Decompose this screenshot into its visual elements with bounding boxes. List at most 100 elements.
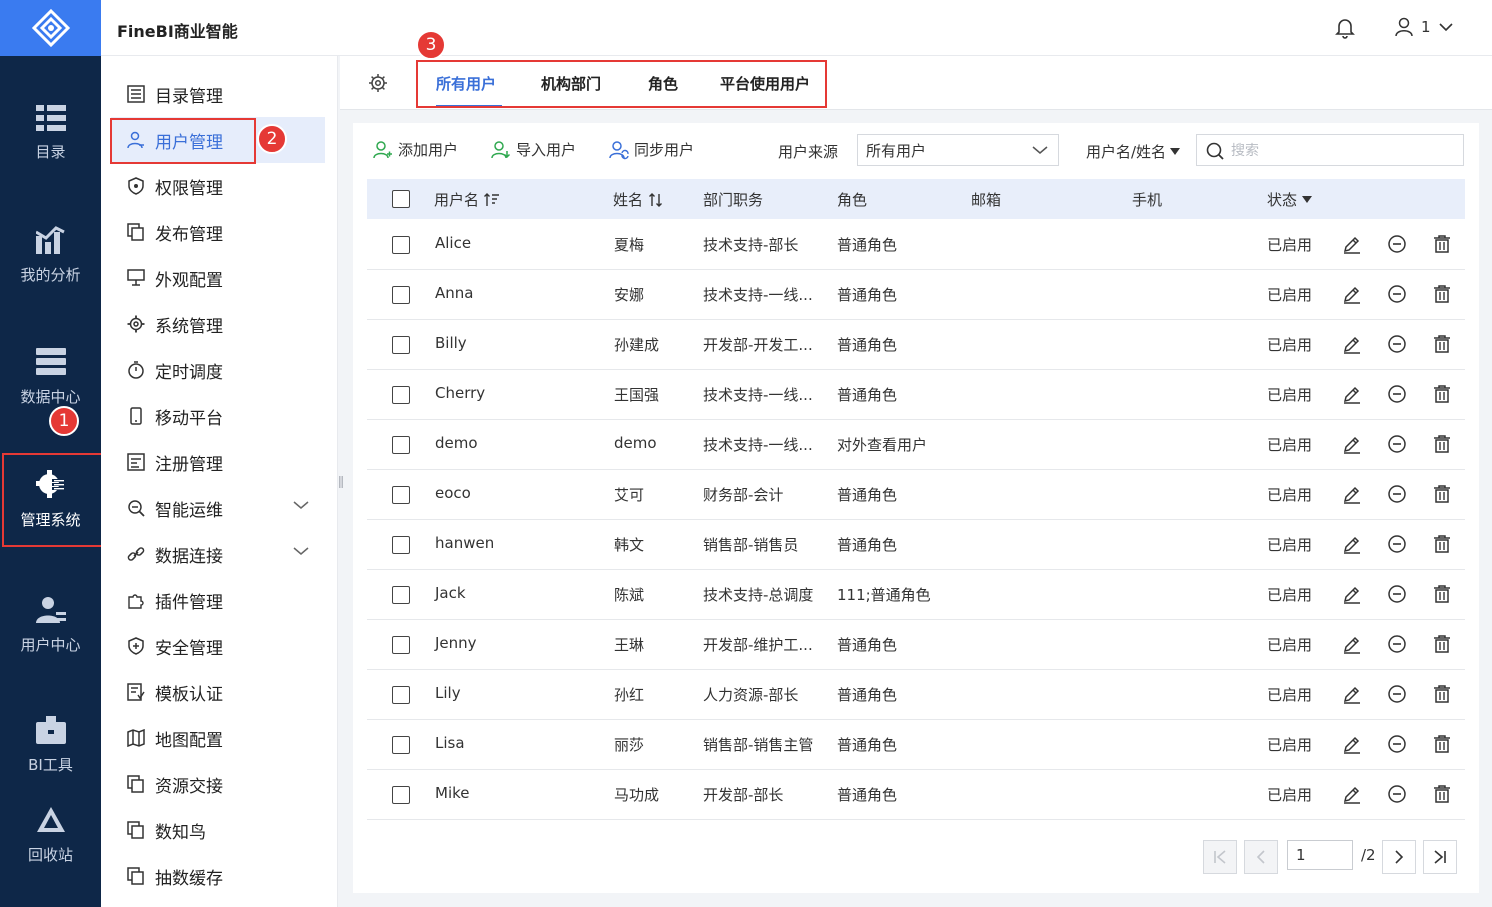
user-source-select[interactable]: 所有用户 (857, 134, 1059, 166)
row-checkbox[interactable] (392, 486, 410, 504)
add-user-button[interactable]: 添加用户 (373, 139, 458, 160)
sidebar-item-template-cert[interactable]: 模板认证 (111, 669, 325, 715)
delete-icon[interactable] (1432, 534, 1452, 558)
table-row[interactable]: Billy 孙建成 开发部-开发工... 普通角色 已启用 (367, 320, 1465, 370)
settings-gear-icon[interactable] (368, 73, 388, 93)
nav-user-center[interactable]: 用户中心 (0, 580, 101, 670)
sort-icon[interactable] (648, 192, 664, 207)
sidebar-item-extract-cache[interactable]: 抽数缓存 (111, 853, 325, 899)
delete-icon[interactable] (1432, 284, 1452, 308)
table-row[interactable]: hanwen 韩文 销售部-销售员 普通角色 已启用 (367, 520, 1465, 570)
row-checkbox[interactable] (392, 436, 410, 454)
delete-icon[interactable] (1432, 634, 1452, 658)
edit-icon[interactable] (1342, 684, 1362, 708)
table-row[interactable]: Alice 夏梅 技术支持-部长 普通角色 已启用 (367, 220, 1465, 270)
edit-icon[interactable] (1342, 734, 1362, 758)
sidebar-item-appearance[interactable]: 外观配置 (111, 255, 325, 301)
last-page-button[interactable] (1423, 840, 1457, 874)
delete-icon[interactable] (1432, 484, 1452, 508)
prev-page-button[interactable] (1244, 840, 1278, 874)
table-row[interactable]: Jack 陈斌 技术支持-总调度 111;普通角色 已启用 (367, 570, 1465, 620)
sidebar-item-smart-ops[interactable]: 智能运维 (111, 485, 325, 531)
delete-icon[interactable] (1432, 584, 1452, 608)
edit-icon[interactable] (1342, 384, 1362, 408)
row-checkbox[interactable] (392, 236, 410, 254)
delete-icon[interactable] (1432, 684, 1452, 708)
edit-icon[interactable] (1342, 634, 1362, 658)
delete-icon[interactable] (1432, 234, 1452, 258)
sort-icon[interactable] (484, 192, 500, 207)
delete-icon[interactable] (1432, 334, 1452, 358)
page-number-input[interactable]: 1 (1287, 840, 1353, 870)
sidebar-item-security[interactable]: 安全管理 (111, 623, 325, 669)
delete-icon[interactable] (1432, 784, 1452, 808)
delete-icon[interactable] (1432, 434, 1452, 458)
disable-icon[interactable] (1387, 734, 1407, 758)
disable-icon[interactable] (1387, 284, 1407, 308)
row-checkbox[interactable] (392, 636, 410, 654)
sidebar-item-data-connection[interactable]: 数据连接 (111, 531, 325, 577)
sidebar-item-system-mgmt[interactable]: 系统管理 (111, 301, 325, 347)
logo[interactable] (0, 0, 101, 56)
sidebar-item-mobile[interactable]: 移动平台 (111, 393, 325, 439)
nav-catalog[interactable]: 目录 (0, 88, 101, 178)
disable-icon[interactable] (1387, 784, 1407, 808)
row-checkbox[interactable] (392, 286, 410, 304)
disable-icon[interactable] (1387, 384, 1407, 408)
next-page-button[interactable] (1382, 840, 1416, 874)
nav-bi-tools[interactable]: BI工具 (0, 700, 101, 790)
row-checkbox[interactable] (392, 536, 410, 554)
edit-icon[interactable] (1342, 784, 1362, 808)
nav-my-analysis[interactable]: 我的分析 (0, 210, 101, 300)
edit-icon[interactable] (1342, 584, 1362, 608)
row-checkbox[interactable] (392, 586, 410, 604)
disable-icon[interactable] (1387, 634, 1407, 658)
edit-icon[interactable] (1342, 334, 1362, 358)
sync-user-button[interactable]: 同步用户 (609, 139, 694, 160)
table-row[interactable]: Mike 马功成 开发部-部长 普通角色 已启用 (367, 770, 1465, 820)
sidebar-item-registration[interactable]: 注册管理 (111, 439, 325, 485)
bell-icon[interactable] (1335, 17, 1355, 39)
sidebar-item-permission-mgmt[interactable]: 权限管理 (111, 163, 325, 209)
disable-icon[interactable] (1387, 684, 1407, 708)
edit-icon[interactable] (1342, 484, 1362, 508)
col-status[interactable]: 状态 (1267, 189, 1313, 210)
row-checkbox[interactable] (392, 386, 410, 404)
sidebar-item-scheduling[interactable]: 定时调度 (111, 347, 325, 393)
first-page-button[interactable] (1203, 840, 1237, 874)
chevron-down-icon[interactable] (293, 500, 309, 510)
disable-icon[interactable] (1387, 434, 1407, 458)
import-user-button[interactable]: 导入用户 (491, 139, 576, 160)
disable-icon[interactable] (1387, 484, 1407, 508)
edit-icon[interactable] (1342, 284, 1362, 308)
delete-icon[interactable] (1432, 734, 1452, 758)
nav-data-center[interactable]: 数据中心 (0, 332, 101, 422)
sidebar-item-shuzhiniao[interactable]: 数知鸟 (111, 807, 325, 853)
sidebar-item-catalog-mgmt[interactable]: 目录管理 (111, 71, 325, 117)
edit-icon[interactable] (1342, 534, 1362, 558)
row-checkbox[interactable] (392, 686, 410, 704)
row-checkbox[interactable] (392, 736, 410, 754)
search-input[interactable]: 搜索 (1196, 134, 1464, 166)
col-name[interactable]: 姓名 (613, 189, 664, 210)
table-row[interactable]: Cherry 王国强 技术支持-一线... 普通角色 已启用 (367, 370, 1465, 420)
col-username[interactable]: 用户名 (434, 189, 500, 210)
nav-recycle-bin[interactable]: 回收站 (0, 790, 101, 880)
edit-icon[interactable] (1342, 234, 1362, 258)
table-row[interactable]: demo demo 技术支持-一线... 对外查看用户 已启用 (367, 420, 1465, 470)
user-menu[interactable]: 1 (1395, 17, 1453, 37)
table-row[interactable]: Anna 安娜 技术支持-一线... 普通角色 已启用 (367, 270, 1465, 320)
disable-icon[interactable] (1387, 334, 1407, 358)
select-all-checkbox[interactable] (392, 190, 410, 208)
disable-icon[interactable] (1387, 584, 1407, 608)
resize-handle[interactable] (339, 474, 343, 490)
sidebar-item-plugins[interactable]: 插件管理 (111, 577, 325, 623)
delete-icon[interactable] (1432, 384, 1452, 408)
sidebar-item-resource-handover[interactable]: 资源交接 (111, 761, 325, 807)
search-field-dropdown[interactable]: 用户名/姓名 (1086, 141, 1181, 162)
table-row[interactable]: Lily 孙红 人力资源-部长 普通角色 已启用 (367, 670, 1465, 720)
table-row[interactable]: eoco 艾可 财务部-会计 普通角色 已启用 (367, 470, 1465, 520)
row-checkbox[interactable] (392, 336, 410, 354)
sidebar-item-map-config[interactable]: 地图配置 (111, 715, 325, 761)
table-row[interactable]: Lisa 丽莎 销售部-销售主管 普通角色 已启用 (367, 720, 1465, 770)
